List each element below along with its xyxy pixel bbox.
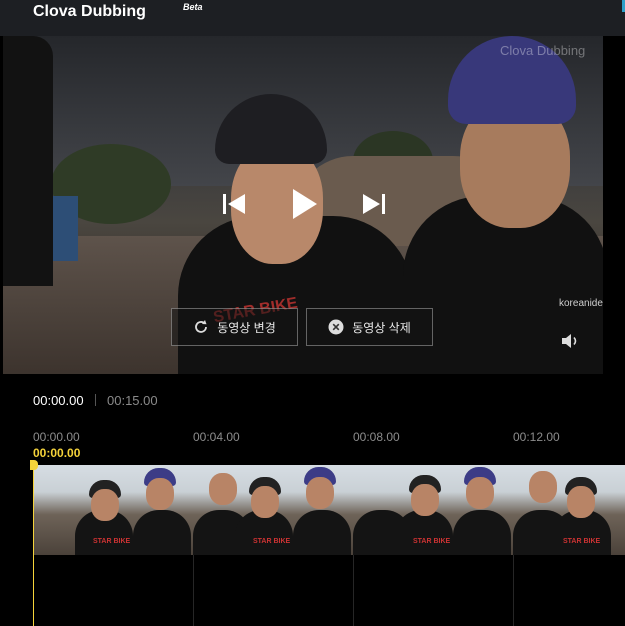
- next-icon[interactable]: [361, 193, 387, 215]
- beta-badge: Beta: [183, 2, 203, 12]
- timeline-tick: 00:00.00: [33, 430, 80, 444]
- video-person-left: [3, 36, 53, 286]
- playhead-time: 00:00.00: [33, 446, 81, 460]
- timeline-divider: [513, 555, 514, 626]
- refresh-icon: [195, 320, 208, 333]
- delete-video-label: 동영상 삭제: [352, 320, 411, 335]
- close-circle-icon: [328, 319, 344, 335]
- timeline-frame: STAR BIKE: [193, 465, 353, 555]
- timeline-frame: STAR BIKE: [513, 465, 625, 555]
- shirt-brand: koreanide: [559, 298, 603, 309]
- playhead-handle[interactable]: [30, 460, 38, 470]
- volume-icon[interactable]: [561, 333, 581, 349]
- timeline-thumbnail-strip[interactable]: STAR BIKE STAR BIKE STAR BIKE STAR BIKE: [33, 465, 625, 555]
- timeline-tick: 00:12.00: [513, 430, 560, 444]
- delete-video-button[interactable]: 동영상 삭제: [306, 308, 433, 346]
- play-icon[interactable]: [289, 188, 319, 220]
- app-header: Clova Dubbing Beta: [0, 0, 625, 36]
- playhead[interactable]: [33, 462, 34, 626]
- change-video-label: 동영상 변경: [217, 320, 276, 335]
- video-watermark: Clova Dubbing: [500, 43, 586, 58]
- timeline-frame: STAR BIKE: [33, 465, 193, 555]
- app-title-text: Clova Dubbing: [33, 3, 146, 20]
- timeline-divider: [353, 555, 354, 626]
- previous-icon[interactable]: [221, 193, 247, 215]
- video-player[interactable]: STAR BIKE koreanide Clova Dubbing 동영상 변경…: [3, 36, 603, 374]
- total-time: 00:15.00: [107, 393, 158, 408]
- app-title[interactable]: Clova Dubbing Beta: [33, 2, 203, 21]
- current-time: 00:00.00: [33, 393, 84, 408]
- change-video-button[interactable]: 동영상 변경: [171, 308, 298, 346]
- timeline-tick: 00:08.00: [353, 430, 400, 444]
- timeline-frame: STAR BIKE: [353, 465, 513, 555]
- timeline-tick: 00:04.00: [193, 430, 240, 444]
- timeline-divider: [193, 555, 194, 626]
- time-separator: [95, 394, 96, 406]
